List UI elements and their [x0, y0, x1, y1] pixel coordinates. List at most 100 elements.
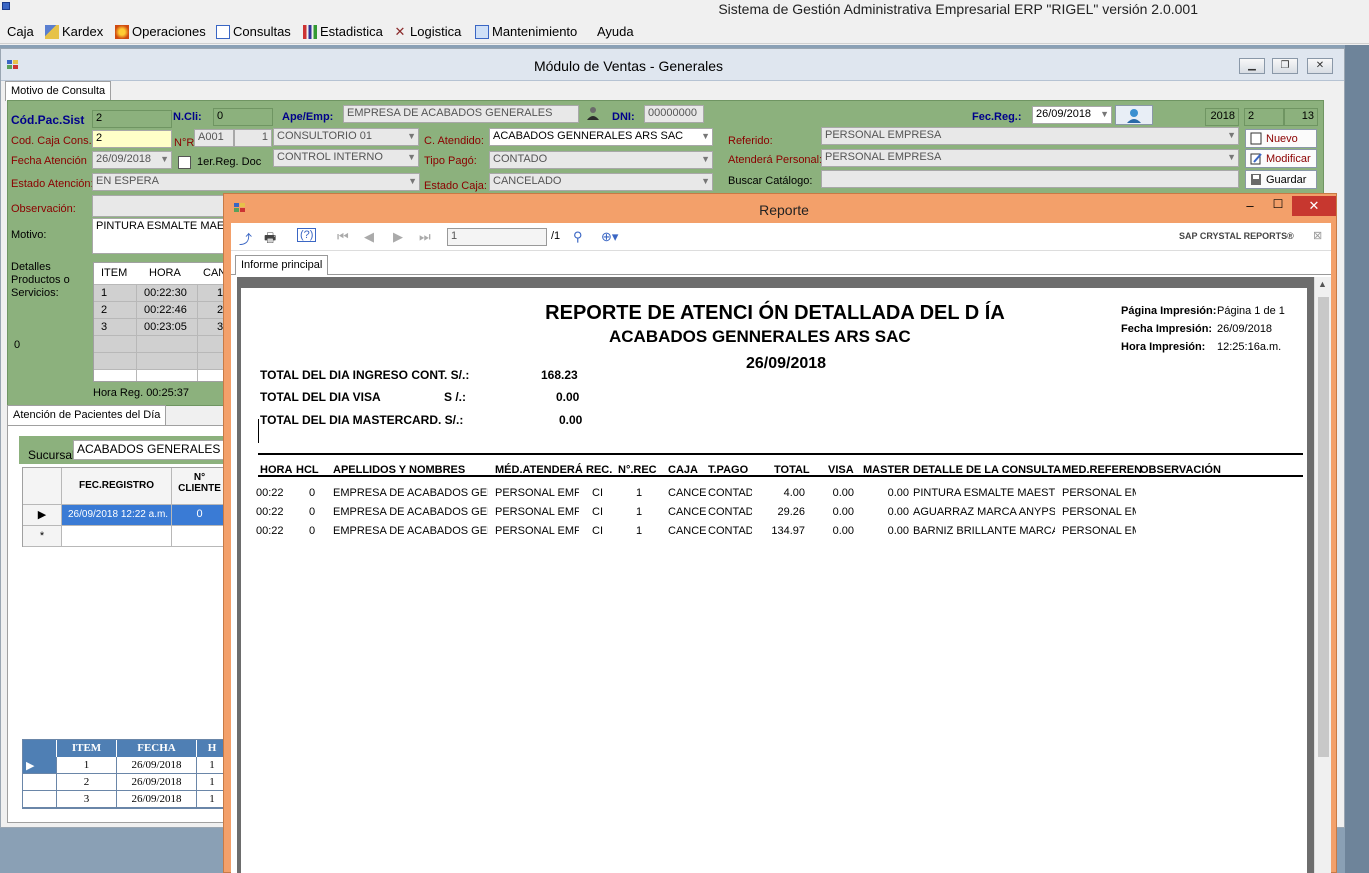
person-icon[interactable] [586, 106, 600, 120]
meta-pagina-value: Página 1 de 1 [1217, 305, 1285, 317]
modificar-button[interactable]: Modificar [1245, 149, 1317, 168]
scroll-thumb[interactable] [1318, 297, 1329, 757]
fecha-atencion-field[interactable]: 26/09/2018 ▼ [92, 151, 172, 169]
row2-referen: PERSONAL EM [1062, 506, 1136, 518]
row1-hcl: 0 [309, 487, 316, 499]
cod-pac-sist-field[interactable]: 2 [92, 110, 172, 128]
row-selector-icon[interactable]: ▶ [23, 505, 62, 526]
control-interno-select[interactable]: CONTROL INTERNO ▼ [273, 149, 419, 167]
table-row[interactable]: 2 00:22:46 2 [94, 302, 229, 319]
menu-estadistica[interactable]: Estadistica [303, 24, 383, 39]
app-title-bar: Sistema de Gestión Administrativa Empres… [0, 0, 1369, 20]
cell-item: 1 [101, 287, 108, 299]
zoom-icon[interactable]: ⊕▾ [601, 229, 618, 245]
page-number-input[interactable]: 1 [447, 228, 547, 246]
sap-brand: SAP CRYSTAL REPORTS® [1179, 231, 1294, 241]
export-icon[interactable]: ⤴ [239, 229, 252, 248]
row3-nrec: 1 [636, 525, 643, 537]
menu-kardex-label: Kardex [62, 24, 104, 39]
menu-caja[interactable]: Caja [7, 24, 34, 39]
buscar-catalogo-input[interactable] [821, 170, 1239, 188]
row2-hora: 00:22 [256, 506, 284, 518]
cell-fecha[interactable]: 26/09/2018 [117, 791, 197, 808]
prev-page-icon[interactable]: ◀ [364, 229, 374, 245]
estado-atencion-select[interactable]: EN ESPERA ▼ [92, 173, 420, 191]
row3-total: 134.97 [771, 525, 805, 537]
n-cli-field[interactable]: 0 [213, 108, 273, 126]
cod-caja-cons-field[interactable]: 2 [92, 130, 172, 148]
col-observacion: OBSERVACIÓN [1140, 464, 1221, 476]
chevron-down-icon: ▼ [1227, 152, 1236, 162]
menu-operaciones-label: Operaciones [132, 24, 206, 39]
fec-reg-value: 26/09/2018 [1036, 108, 1092, 120]
menu-ayuda[interactable]: Ayuda [597, 24, 634, 39]
n-r-label: N°R [174, 137, 195, 149]
cell-item[interactable]: 3 [57, 791, 117, 808]
cell-n-cliente[interactable]: 0 [172, 505, 228, 526]
first-page-icon[interactable]: ⏮ [337, 229, 349, 245]
ventas-title-bar: Módulo de Ventas - Generales ▁ ❐ ✕ [1, 49, 1344, 81]
vertical-scrollbar[interactable]: ▲ [1314, 277, 1331, 873]
close-button[interactable]: ✕ [1292, 196, 1336, 216]
row2-apellidos: EMPRESA DE ACABADOS GEN [333, 506, 488, 518]
menu-operaciones[interactable]: Operaciones [115, 24, 206, 39]
observacion-field[interactable] [92, 195, 227, 217]
table-row[interactable] [94, 353, 229, 370]
nuevo-button[interactable]: Nuevo [1245, 129, 1317, 148]
c-atendido-select[interactable]: ACABADOS GENNERALES ARS SAC ▼ [489, 128, 713, 146]
row1-visa: 0.00 [832, 487, 854, 499]
tab-motivo-consulta[interactable]: Motivo de Consulta [5, 81, 112, 101]
table-row[interactable] [94, 336, 229, 353]
print-icon[interactable]: 🖶 [264, 229, 276, 251]
cell-hora: 00:22:46 [144, 304, 187, 316]
tipo-pago-select[interactable]: CONTADO ▼ [489, 151, 713, 169]
col-master: MASTER [863, 464, 910, 476]
menu-kardex[interactable]: Kardex [45, 24, 103, 39]
guardar-button[interactable]: Guardar [1245, 170, 1317, 189]
num-b-field: 13 [1284, 108, 1318, 126]
row-selector-icon[interactable]: ▶ [23, 757, 57, 774]
cell-item[interactable]: 1 [57, 757, 117, 774]
estado-caja-select[interactable]: CANCELADO ▼ [489, 173, 713, 191]
tab-informe-principal[interactable]: Informe principal [235, 255, 329, 275]
motivo-field[interactable]: PINTURA ESMALTE MAE [92, 218, 227, 254]
ape-emp-field[interactable]: EMPRESA DE ACABADOS GENERALES [343, 105, 579, 123]
consultorio-select[interactable]: CONSULTORIO 01 ▼ [273, 128, 419, 146]
cell-item[interactable]: 2 [57, 774, 117, 791]
user-lookup-button[interactable] [1115, 105, 1153, 125]
cell-fecha[interactable]: 26/09/2018 [117, 774, 197, 791]
table-row[interactable]: 1 00:22:30 1 [94, 285, 229, 302]
cell-fec-registro[interactable]: 26/09/2018 12:22 a.m. [62, 505, 172, 526]
minimize-button[interactable]: – [1239, 198, 1261, 216]
atendera-personal-value: PERSONAL EMPRESA [825, 151, 942, 163]
estado-atencion-label: Estado Atención: [11, 178, 94, 190]
find-icon[interactable]: ⚲ [573, 229, 583, 245]
close-button[interactable]: ✕ [1307, 58, 1333, 74]
restore-button[interactable]: ❐ [1272, 58, 1298, 74]
reporte-window: Reporte – ☐ ✕ ⤴ 🖶 (?) ⏮ ◀ ▶ ⏭ 1 /1 ⚲ ⊕▾ … [223, 193, 1337, 873]
scroll-up-icon[interactable]: ▲ [1318, 279, 1327, 289]
menu-consultas[interactable]: Consultas [216, 24, 291, 39]
referido-select[interactable]: PERSONAL EMPRESA ▼ [821, 127, 1239, 145]
toggle-group-tree-icon[interactable]: (?) [297, 228, 317, 242]
menu-mantenimiento[interactable]: Mantenimiento [475, 24, 577, 39]
primer-reg-doc-checkbox[interactable] [178, 156, 191, 169]
col-caja: CAJA [668, 464, 698, 476]
last-page-icon[interactable]: ⏭ [419, 229, 431, 245]
meta-pagina-label: Página Impresión: [1121, 305, 1217, 317]
sucursal-select[interactable]: ACABADOS GENERALES AR [73, 440, 227, 460]
minimize-button[interactable]: ▁ [1239, 58, 1265, 74]
year-value: 2018 [1210, 110, 1235, 122]
fec-reg-field[interactable]: 26/09/2018 ▼ [1032, 106, 1112, 124]
cell-fecha[interactable]: 26/09/2018 [117, 757, 197, 774]
table-row[interactable]: 3 00:23:05 3 [94, 319, 229, 336]
tab-atencion-pacientes[interactable]: Atención de Pacientes del Día [7, 405, 167, 425]
maximize-button[interactable]: ☐ [1267, 197, 1289, 215]
next-page-icon[interactable]: ▶ [393, 229, 403, 245]
total-ingreso-label: TOTAL DEL DIA INGRESO CONT. S/.: [260, 368, 470, 382]
dni-field[interactable]: 00000000 [644, 105, 704, 123]
chevron-down-icon: ▼ [407, 152, 416, 162]
atendera-personal-select[interactable]: PERSONAL EMPRESA ▼ [821, 149, 1239, 167]
close-report-icon[interactable]: ⊠ [1313, 229, 1322, 242]
menu-logistica[interactable]: ✕ Logistica [393, 24, 462, 39]
